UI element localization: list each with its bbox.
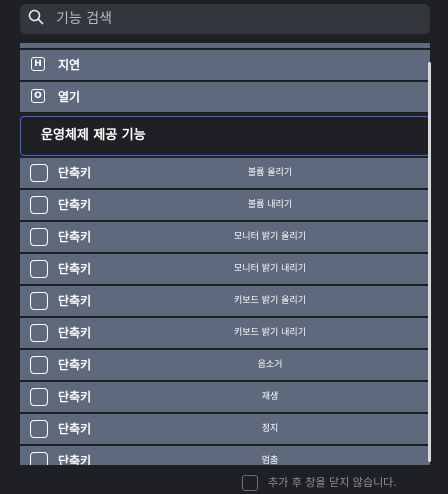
shortcut-row[interactable]: 단축키 음소거: [20, 350, 430, 380]
shortcut-row[interactable]: 단축키 재생: [20, 382, 430, 412]
search-icon: [28, 9, 44, 29]
list-item-open[interactable]: O 열기: [20, 82, 430, 112]
checkbox[interactable]: [30, 452, 48, 465]
checkbox[interactable]: [30, 292, 48, 310]
shortcut-action: 멈춤: [261, 456, 279, 465]
shortcut-label: 단축키: [58, 326, 92, 340]
item-label: 지연: [58, 58, 81, 72]
item-label: 열기: [58, 90, 81, 104]
shortcut-row[interactable]: 단축키 멈춤: [20, 446, 430, 465]
shortcut-action: 볼륨 올리기: [247, 168, 293, 178]
shortcut-action: 모니터 밝기 올리기: [234, 232, 306, 242]
shortcut-label: 단축키: [58, 422, 92, 436]
checkbox[interactable]: [30, 260, 48, 278]
search-bar[interactable]: [20, 4, 430, 34]
section-title: 운영체제 제공 기능: [41, 128, 146, 143]
scrollbar[interactable]: [428, 62, 431, 462]
checkbox[interactable]: [30, 164, 48, 182]
shortcut-label: 단축키: [58, 294, 92, 308]
list-top-edge: [20, 43, 430, 48]
list-item-delay[interactable]: H 지연: [20, 50, 430, 80]
search-input[interactable]: [54, 10, 398, 28]
shortcut-label: 단축키: [58, 454, 92, 465]
shortcut-row[interactable]: 단축키 볼륨 올리기: [20, 158, 430, 188]
checkbox[interactable]: [30, 356, 48, 374]
keep-open-label[interactable]: 추가 후 창을 닫지 않습니다.: [268, 474, 397, 490]
shortcut-row[interactable]: 단축키 키보드 밝기 올리기: [20, 286, 430, 316]
shortcut-row[interactable]: 단축키 정지: [20, 414, 430, 444]
checkbox[interactable]: [30, 324, 48, 342]
shortcut-row[interactable]: 단축키 모니터 밝기 올리기: [20, 222, 430, 252]
checkbox[interactable]: [30, 196, 48, 214]
shortcut-label: 단축키: [58, 230, 92, 244]
footer: 추가 후 창을 닫지 않습니다.: [0, 465, 448, 494]
shortcut-label: 단축키: [58, 262, 92, 276]
shortcut-label: 단축키: [58, 390, 92, 404]
checkbox[interactable]: [30, 228, 48, 246]
shortcut-label: 단축키: [58, 198, 92, 212]
shortcut-action: 재생: [261, 392, 279, 402]
shortcut-action: 키보드 밝기 내리기: [234, 328, 306, 338]
checkbox[interactable]: [30, 388, 48, 406]
checkbox[interactable]: [30, 420, 48, 438]
shortcut-action: 모니터 밝기 내리기: [234, 264, 306, 274]
shortcut-row[interactable]: 단축키 키보드 밝기 내리기: [20, 318, 430, 348]
shortcut-label: 단축키: [58, 166, 92, 180]
shortcut-action: 키보드 밝기 올리기: [234, 296, 306, 306]
shortcut-label: 단축키: [58, 358, 92, 372]
key-h-icon: H: [31, 57, 45, 71]
section-header-os-features[interactable]: 운영체제 제공 기능: [20, 116, 430, 156]
key-o-icon: O: [31, 89, 45, 103]
shortcut-row[interactable]: 단축키 볼륨 내리기: [20, 190, 430, 220]
shortcut-action: 음소거: [257, 360, 283, 370]
feature-list[interactable]: H 지연 O 열기 운영체제 제공 기능 단축키 볼륨 올리기 단축키 볼륨 내…: [20, 43, 432, 465]
shortcut-row[interactable]: 단축키 모니터 밝기 내리기: [20, 254, 430, 284]
shortcut-action: 정지: [261, 424, 279, 434]
shortcut-action: 볼륨 내리기: [247, 200, 293, 210]
keep-open-checkbox[interactable]: [242, 475, 258, 491]
